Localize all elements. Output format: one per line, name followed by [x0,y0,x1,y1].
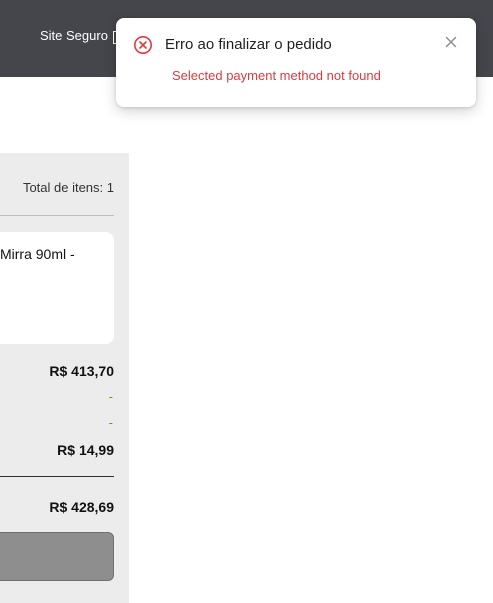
toast-message: Selected payment method not found [172,68,381,83]
total-items-count: Total de itens: 1 [22,180,114,195]
summary-divider [0,215,114,216]
product-card: Mirra 90ml - [0,232,114,344]
close-icon[interactable] [444,35,458,49]
extra-value: - [108,415,113,430]
total-divider [0,476,114,477]
discount-value: - [108,389,113,404]
error-toast: Erro ao finalizar o pedido Selected paym… [116,18,476,107]
order-summary-panel: Total de itens: 1 Mirra 90ml - R$ 413,70… [0,153,129,603]
toast-title: Erro ao finalizar o pedido [165,36,332,53]
error-circle-x-icon [134,36,152,54]
product-name: Mirra 90ml - [0,246,75,262]
subtotal-value: R$ 413,70 [49,363,114,379]
site-secure-label: Site Seguro [40,28,108,43]
order-total-value: R$ 428,69 [49,499,114,515]
shipping-value: R$ 14,99 [57,442,114,458]
finish-order-button[interactable] [0,532,114,581]
